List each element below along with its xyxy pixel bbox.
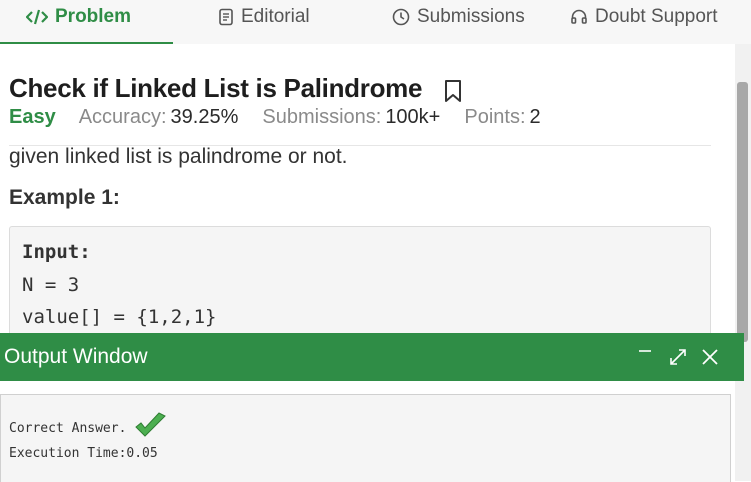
tab-submissions-label: Submissions xyxy=(417,5,525,27)
accuracy-label: Accuracy: xyxy=(78,106,167,128)
example-line-n: N = 3 xyxy=(22,274,80,296)
submissions-label: Submissions: xyxy=(262,106,382,128)
problem-description: given linked list is palindrome or not. xyxy=(9,145,348,168)
output-window-title: Output Window xyxy=(4,345,148,368)
result-text: Correct Answer. xyxy=(9,420,127,436)
minimize-icon[interactable] xyxy=(636,343,654,363)
points-label: Points: xyxy=(464,106,526,128)
bookmark-icon[interactable] xyxy=(444,79,462,103)
execution-time: Execution Time:0.05 xyxy=(9,446,158,461)
close-icon[interactable] xyxy=(699,343,721,369)
points-value: 2 xyxy=(529,106,541,128)
example-heading: Example 1: xyxy=(9,186,120,209)
tab-submissions[interactable]: Submissions xyxy=(392,0,525,33)
result-line: Correct Answer. xyxy=(9,412,168,441)
tab-doubt-support[interactable]: Doubt Support xyxy=(570,0,718,33)
document-icon xyxy=(219,8,233,25)
problem-header: Check if Linked List is Palindrome xyxy=(9,73,462,104)
tab-problem[interactable]: Problem xyxy=(26,0,131,33)
checkmark-icon xyxy=(135,412,167,437)
problem-stats: Easy Accuracy: 39.25% Submissions: 100k+… xyxy=(9,106,565,129)
difficulty-badge: Easy xyxy=(9,106,56,128)
tab-doubt-support-label: Doubt Support xyxy=(595,5,718,27)
tab-editorial[interactable]: Editorial xyxy=(218,0,310,33)
code-icon xyxy=(26,9,48,24)
tab-problem-label: Problem xyxy=(55,5,132,27)
accuracy-value: 39.25% xyxy=(170,106,239,128)
tab-editorial-label: Editorial xyxy=(241,5,310,27)
expand-icon[interactable] xyxy=(668,343,688,369)
example-line-value: value[] = {1,2,1} xyxy=(22,306,217,328)
submissions-value: 100k+ xyxy=(385,106,441,128)
scrollbar-thumb[interactable] xyxy=(737,82,748,342)
example-input-label: Input: xyxy=(22,241,91,263)
page-title: Check if Linked List is Palindrome xyxy=(9,73,423,103)
clock-icon xyxy=(392,8,410,25)
tab-bar: Problem Editorial Submissions Doubt Supp… xyxy=(0,0,751,44)
headset-icon xyxy=(571,9,587,24)
